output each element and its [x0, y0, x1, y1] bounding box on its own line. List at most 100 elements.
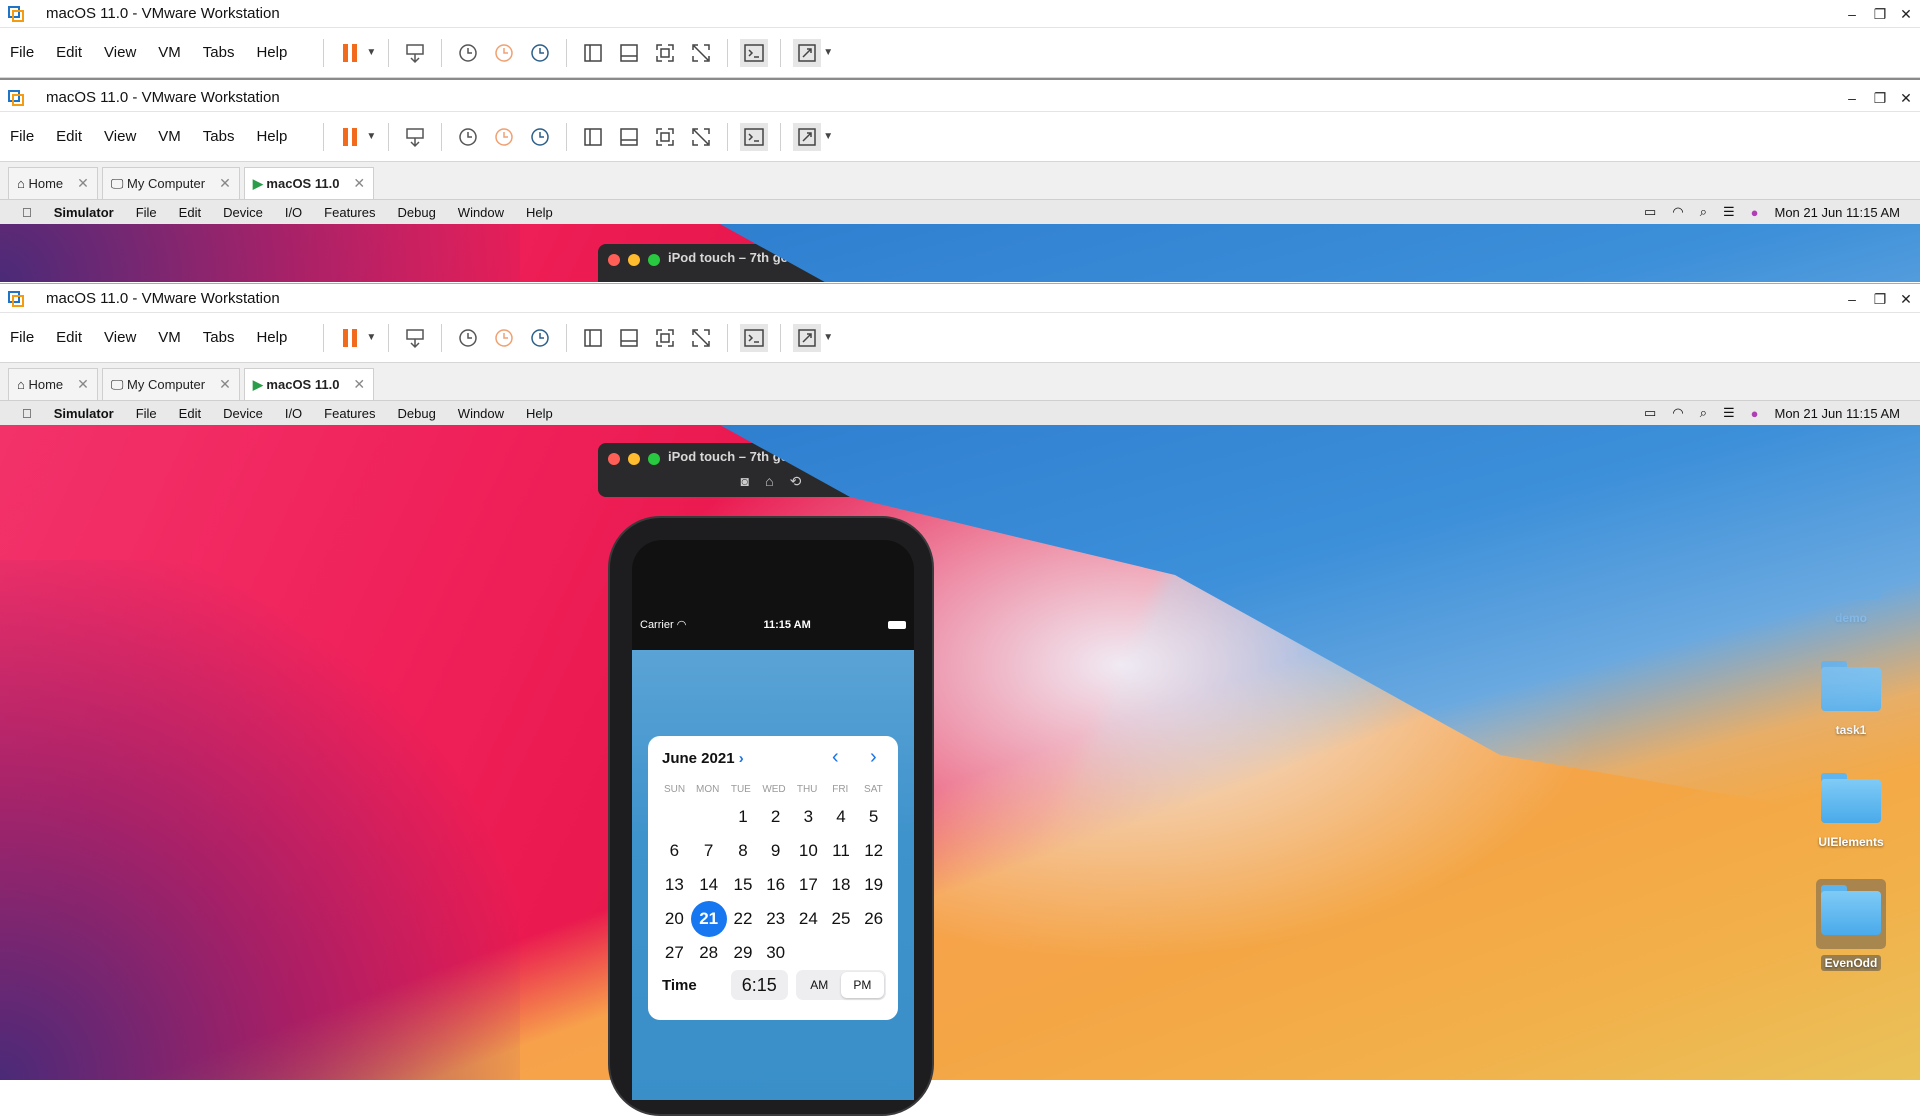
- menu-file[interactable]: File: [10, 128, 34, 145]
- day-cell[interactable]: 15: [727, 875, 760, 895]
- minimize-button[interactable]: –: [1838, 86, 1866, 110]
- day-cell[interactable]: 22: [727, 909, 760, 929]
- library-view-icon[interactable]: [579, 324, 607, 352]
- pause-icon[interactable]: [336, 123, 364, 151]
- zoom-dot-icon[interactable]: [648, 453, 660, 465]
- menu-vm[interactable]: VM: [158, 329, 181, 346]
- menu-view[interactable]: View: [104, 44, 136, 61]
- day-cell[interactable]: 10: [792, 841, 825, 861]
- stretch-guest-icon[interactable]: [793, 38, 822, 67]
- close-button[interactable]: ✕: [1892, 86, 1920, 110]
- minimize-button[interactable]: –: [1838, 287, 1866, 311]
- desktop-item-demo[interactable]: demo: [1796, 549, 1906, 625]
- stretch-guest-icon[interactable]: [793, 323, 822, 352]
- am-segment[interactable]: AM: [798, 972, 841, 998]
- full-screen-icon[interactable]: [651, 39, 679, 67]
- mac-menu-debug[interactable]: Debug: [397, 406, 435, 421]
- console-view-icon[interactable]: [740, 38, 769, 67]
- desktop-item-uielements[interactable]: UIElements: [1796, 773, 1906, 849]
- month-year-button[interactable]: June 2021 ›: [662, 750, 744, 767]
- close-dot-icon[interactable]: [608, 254, 620, 266]
- mac-menu-edit[interactable]: Edit: [179, 205, 201, 220]
- desktop-item-screenshot[interactable]: Screenshot 2021-06...0.55 AM: [1674, 443, 1784, 523]
- restore-button[interactable]: ❐: [1866, 2, 1894, 26]
- desktop-item-evenodd[interactable]: EvenOdd: [1796, 879, 1906, 971]
- day-cell[interactable]: 20: [658, 909, 691, 929]
- stretch-dropdown-icon[interactable]: ▼: [823, 332, 833, 343]
- revert-snapshot-icon[interactable]: [490, 123, 518, 151]
- spotlight-icon[interactable]: ⌕: [1700, 405, 1707, 421]
- menu-file[interactable]: File: [10, 44, 34, 61]
- menu-edit[interactable]: Edit: [56, 44, 82, 61]
- send-ctrl-alt-del-icon[interactable]: [401, 324, 429, 352]
- mac-menu-help[interactable]: Help: [526, 205, 553, 220]
- tab-home[interactable]: ⌂ Home ✕: [8, 368, 98, 400]
- day-cell[interactable]: 5: [857, 807, 890, 827]
- snapshot-manager-icon[interactable]: [526, 123, 554, 151]
- day-cell[interactable]: 13: [658, 875, 691, 895]
- restore-button[interactable]: ❐: [1866, 86, 1894, 110]
- stretch-dropdown-icon[interactable]: ▼: [823, 131, 833, 142]
- spotlight-icon[interactable]: ⌕: [1700, 204, 1707, 220]
- mac-menu-edit[interactable]: Edit: [179, 406, 201, 421]
- home-button-icon[interactable]: ⌂: [765, 473, 773, 490]
- pm-segment[interactable]: PM: [840, 972, 884, 998]
- mac-menu-window[interactable]: Window: [458, 406, 504, 421]
- minimize-button[interactable]: –: [1838, 2, 1866, 26]
- display-icon[interactable]: ▭: [1644, 405, 1656, 421]
- day-cell[interactable]: 29: [727, 943, 760, 963]
- unity-icon[interactable]: [687, 123, 715, 151]
- close-tab-icon[interactable]: ✕: [219, 175, 231, 192]
- day-cell[interactable]: 3: [792, 807, 825, 827]
- full-screen-icon[interactable]: [651, 123, 679, 151]
- day-cell[interactable]: 24: [792, 909, 825, 929]
- folder-icon[interactable]: [1822, 242, 1882, 282]
- mac-menu-simulator[interactable]: Simulator: [54, 205, 114, 220]
- console-view-icon[interactable]: [740, 323, 769, 352]
- pause-icon[interactable]: [336, 39, 364, 67]
- siri-icon[interactable]: ●: [1751, 406, 1759, 421]
- snapshot-icon[interactable]: [454, 324, 482, 352]
- day-cell[interactable]: 23: [759, 909, 792, 929]
- mac-menu-features[interactable]: Features: [324, 205, 375, 220]
- day-cell[interactable]: 11: [825, 841, 858, 861]
- mac-menu-features[interactable]: Features: [324, 406, 375, 421]
- day-cell[interactable]: 27: [658, 943, 691, 963]
- clock[interactable]: Mon 21 Jun 11:15 AM: [1774, 406, 1900, 421]
- send-ctrl-alt-del-icon[interactable]: [401, 39, 429, 67]
- snapshot-icon[interactable]: [454, 123, 482, 151]
- mac-menu-device[interactable]: Device: [223, 205, 263, 220]
- day-cell[interactable]: 4: [825, 807, 858, 827]
- mac-menu-window[interactable]: Window: [458, 205, 504, 220]
- day-cell[interactable]: 12: [857, 841, 890, 861]
- thumbnail-view-icon[interactable]: [615, 39, 643, 67]
- day-cell[interactable]: 30: [759, 943, 792, 963]
- day-cell[interactable]: 25: [825, 909, 858, 929]
- day-cell[interactable]: 28: [691, 943, 727, 963]
- tab-my-computer[interactable]: 🖵 My Computer ✕: [101, 167, 240, 199]
- menu-edit[interactable]: Edit: [56, 329, 82, 346]
- restore-button[interactable]: ❐: [1866, 287, 1894, 311]
- clock[interactable]: Mon 21 Jun 11:15 AM: [1774, 205, 1900, 220]
- day-cell[interactable]: 2: [759, 807, 792, 827]
- snapshot-manager-icon[interactable]: [526, 39, 554, 67]
- close-tab-icon[interactable]: ✕: [77, 175, 89, 192]
- thumbnail-view-icon[interactable]: [615, 123, 643, 151]
- day-cell[interactable]: 26: [857, 909, 890, 929]
- close-button[interactable]: ✕: [1892, 287, 1920, 311]
- apple-icon[interactable]: : [22, 406, 32, 421]
- snapshot-icon[interactable]: [454, 39, 482, 67]
- day-cell[interactable]: 18: [825, 875, 858, 895]
- day-cell[interactable]: 14: [691, 875, 727, 895]
- unity-icon[interactable]: [687, 324, 715, 352]
- close-tab-icon[interactable]: ✕: [77, 376, 89, 393]
- menu-tabs[interactable]: Tabs: [203, 128, 235, 145]
- time-value-button[interactable]: 6:15: [730, 970, 788, 1000]
- pause-icon[interactable]: [336, 324, 364, 352]
- full-screen-icon[interactable]: [651, 324, 679, 352]
- tab-macos[interactable]: ▶ macOS 11.0 ✕: [243, 368, 375, 400]
- mac-menu-io[interactable]: I/O: [285, 205, 302, 220]
- menu-view[interactable]: View: [104, 128, 136, 145]
- screenshot-thumbnail[interactable]: [1702, 250, 1758, 278]
- day-cell[interactable]: 17: [792, 875, 825, 895]
